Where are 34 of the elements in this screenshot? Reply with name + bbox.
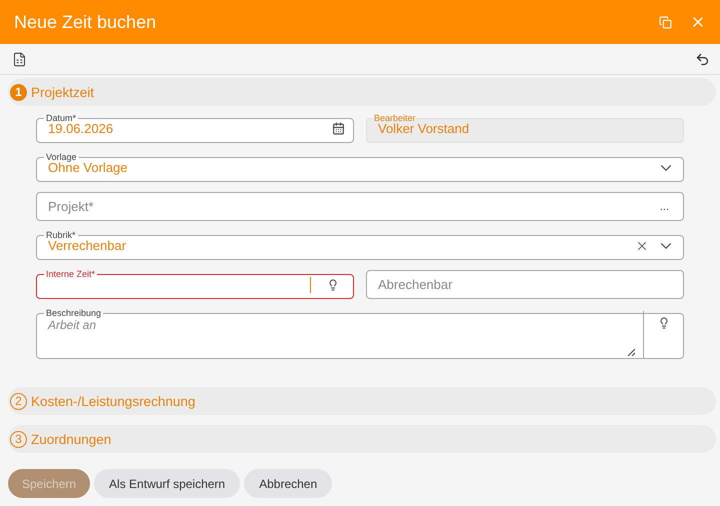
- field-label: Interne Zeit*: [45, 270, 96, 279]
- select-field[interactable]: Rubrik* Verrechenbar: [36, 231, 684, 260]
- placeholder-text: Projekt*: [48, 199, 94, 214]
- placeholder-text: Arbeit an: [48, 319, 96, 332]
- resize-icon[interactable]: [627, 348, 635, 356]
- date-field[interactable]: Datum* 19.06.2026: [36, 114, 354, 143]
- field-label: Vorlage: [45, 153, 78, 162]
- placeholder-text: Abrechenbar: [378, 277, 452, 292]
- field-value: Volker Vorstand: [378, 120, 470, 136]
- step-number: 1: [10, 84, 27, 100]
- field-value: Verrechenbar: [48, 238, 126, 252]
- spreadsheet-icon[interactable]: [12, 52, 27, 66]
- field-label: Datum*: [45, 114, 78, 123]
- time-field[interactable]: Interne Zeit*: [36, 270, 354, 299]
- section-title: Zuordnungen: [31, 432, 112, 446]
- select-field[interactable]: Vorlage Ohne Vorlage: [36, 153, 684, 182]
- step-number: 2: [10, 392, 27, 410]
- lightbulb-icon[interactable]: [327, 278, 339, 290]
- more-button[interactable]: ...: [660, 200, 675, 212]
- section-title: Kosten-/Leistungsrechnung: [31, 394, 196, 408]
- project-field[interactable]: Projekt* ...: [36, 192, 684, 221]
- section-title: Projektzeit: [31, 84, 94, 100]
- billable-field[interactable]: Abrechenbar: [366, 270, 684, 299]
- field-label: Rubrik*: [45, 231, 77, 240]
- step-number: 3: [10, 430, 27, 448]
- field-value: 19.06.2026: [48, 120, 114, 136]
- calendar-icon[interactable]: [332, 122, 345, 135]
- cancel-button[interactable]: Abbrechen: [244, 469, 332, 498]
- description-field[interactable]: Beschreibung Arbeit an: [36, 309, 684, 359]
- field-label: Beschreibung: [45, 309, 102, 318]
- window-title: Neue Zeit buchen: [14, 12, 158, 32]
- undo-icon[interactable]: [695, 52, 710, 66]
- field-label: Bearbeiter: [374, 114, 416, 123]
- draft-button[interactable]: Als Entwurf speichern: [94, 469, 240, 498]
